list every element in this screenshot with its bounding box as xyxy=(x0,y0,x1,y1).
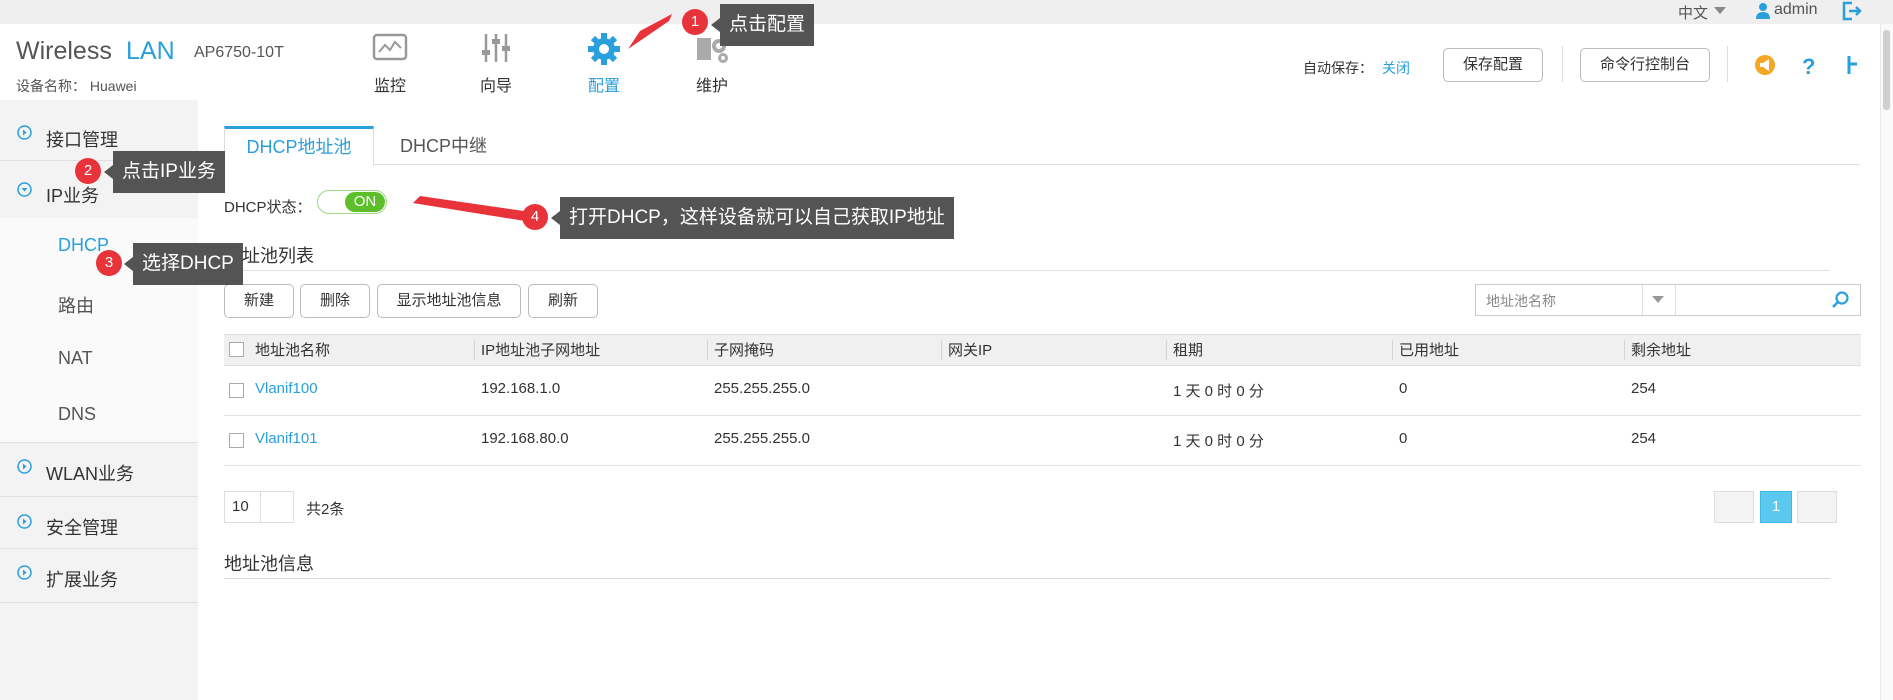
annotation-callout-3: 选择DHCP xyxy=(124,243,243,285)
annotation-arrow xyxy=(628,14,672,49)
annotation-arrow xyxy=(413,196,531,222)
step-badge-3: 3 xyxy=(96,250,122,276)
annotation-callout-2: 点击IP业务 xyxy=(104,151,225,193)
annotation-callout-1: 点击配置 xyxy=(710,4,815,46)
step-badge-1: 1 xyxy=(682,9,708,35)
step-badge-2: 2 xyxy=(75,158,101,184)
annotation-arrows xyxy=(413,14,672,222)
annotation-callout-4: 打开DHCP，这样设备就可以自己获取IP地址 xyxy=(551,197,954,239)
step-badge-4: 4 xyxy=(522,204,548,230)
